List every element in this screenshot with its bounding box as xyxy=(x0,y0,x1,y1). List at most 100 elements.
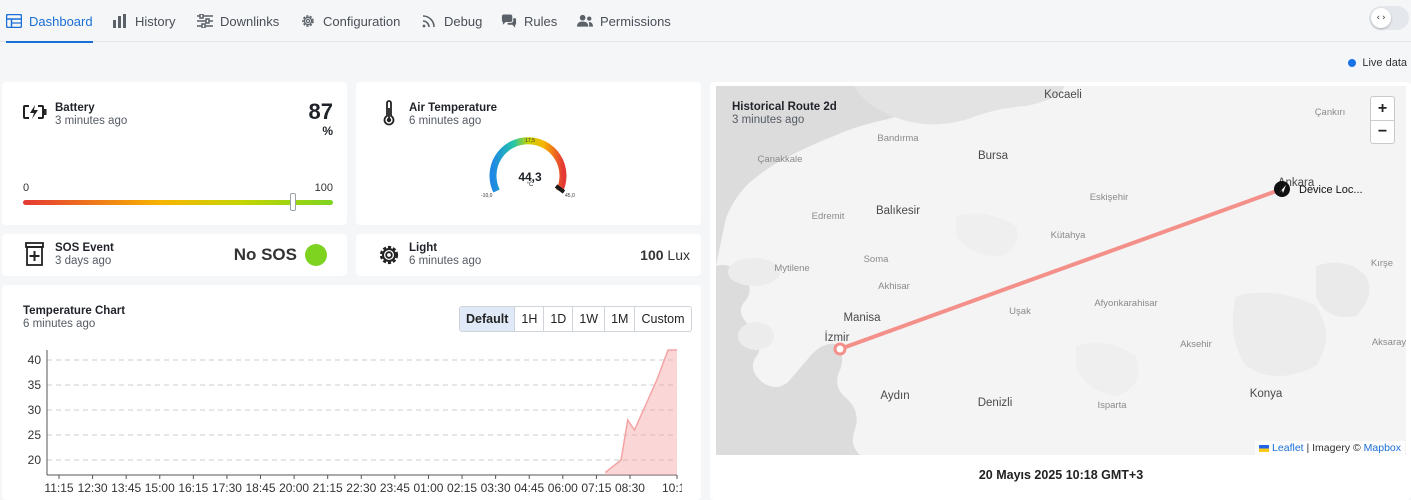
x-tick-label: 02:15 xyxy=(447,481,477,495)
tab-label: Rules xyxy=(524,13,558,29)
bar-chart-icon xyxy=(112,13,128,29)
range-1m-button[interactable]: 1M xyxy=(604,307,634,331)
city-label: Akhisar xyxy=(878,281,910,292)
x-tick-label: 21:15 xyxy=(313,481,343,495)
map-canvas[interactable]: KocaeliÇankırıBandırmaBursaÇanakkaleAnka… xyxy=(716,86,1406,455)
map-time: 3 minutes ago xyxy=(732,114,805,126)
live-data-label: Live data xyxy=(1362,57,1407,69)
code-view-toggle[interactable]: ‹› xyxy=(1369,6,1409,30)
y-tick-label: 20 xyxy=(28,453,42,467)
battery-level-handle xyxy=(289,193,296,211)
time-range-selector: Default 1H 1D 1W 1M Custom xyxy=(459,306,692,332)
tab-rules[interactable]: Rules xyxy=(501,0,557,42)
city-label: Çankırı xyxy=(1315,107,1346,118)
city-label: Konya xyxy=(1250,388,1283,400)
gauge-max-label: 45,0 xyxy=(565,193,575,199)
city-label: Aksaray xyxy=(1372,337,1406,348)
sun-gear-icon xyxy=(377,243,401,272)
x-tick-label: 16:15 xyxy=(178,481,208,495)
land-texture xyxy=(1232,292,1326,376)
sos-status: No SOS xyxy=(233,245,297,264)
battery-max-label: 100 xyxy=(314,182,333,194)
sos-status-dot xyxy=(305,244,327,266)
city-label: Afyonkarahisar xyxy=(1094,298,1157,309)
x-tick-label: 20:00 xyxy=(279,481,309,495)
city-label: Bursa xyxy=(978,150,1009,162)
light-value: 100 xyxy=(640,247,664,263)
tab-configuration[interactable]: Configuration xyxy=(300,0,400,42)
city-label: Balıkesir xyxy=(876,205,920,217)
city-label: Soma xyxy=(864,254,890,265)
mapbox-link[interactable]: Mapbox xyxy=(1364,442,1401,454)
leaflet-link[interactable]: Leaflet xyxy=(1272,442,1304,454)
temp-chart-title: Temperature Chart xyxy=(23,305,126,317)
route-map[interactable]: Kocaeli Çankırı Bandırma Bursa Çanakkale Anka… xyxy=(716,86,1406,455)
range-1h-button[interactable]: 1H xyxy=(514,307,543,331)
sliders-icon xyxy=(197,13,213,29)
range-default-button[interactable]: Default xyxy=(460,307,515,331)
x-tick-label: 18:45 xyxy=(246,481,276,495)
battery-card: Battery 3 minutes ago 87 % 0 100 xyxy=(2,82,347,225)
city-label: Kırşe xyxy=(1371,258,1393,269)
x-tick-label: 04:45 xyxy=(514,481,544,495)
dashboard-icon xyxy=(6,13,22,29)
city-label: Kocaeli xyxy=(1044,89,1082,101)
chat-bubbles-icon xyxy=(501,13,517,29)
light-title: Light xyxy=(409,242,438,254)
city-label: Aksehir xyxy=(1180,339,1212,350)
x-tick-label: 03:30 xyxy=(481,481,511,495)
attribution-separator: | Imagery © xyxy=(1303,442,1364,454)
x-tick-label: 17:30 xyxy=(212,481,242,495)
tab-downlinks[interactable]: Downlinks xyxy=(197,0,279,42)
city-label: Bandırma xyxy=(877,133,919,144)
battery-title: Battery xyxy=(55,102,95,114)
y-tick-label: 40 xyxy=(28,353,42,367)
battery-time: 3 minutes ago xyxy=(55,115,128,127)
y-tick-label: 30 xyxy=(28,403,42,417)
range-1w-button[interactable]: 1W xyxy=(572,307,604,331)
x-tick-label: 11:15 xyxy=(44,481,73,495)
live-dot-icon xyxy=(1348,59,1357,67)
tab-history[interactable]: History xyxy=(112,0,175,42)
gauge-top-label: 17,5 xyxy=(525,138,535,144)
top-nav: Dashboard History Downlinks Configuratio… xyxy=(0,0,1411,43)
rss-icon xyxy=(421,13,437,29)
map-zoom-control: + − xyxy=(1370,96,1395,144)
route-start-point[interactable] xyxy=(833,342,847,356)
city-label: Edremit xyxy=(812,211,845,222)
x-tick-label: 10:15 xyxy=(662,481,682,495)
temp-chart-time: 6 minutes ago xyxy=(23,318,96,330)
light-reading: 100 Lux xyxy=(640,247,690,263)
air-temp-unit: °C xyxy=(526,182,534,188)
sos-title: SOS Event xyxy=(55,242,114,254)
device-location-marker-icon[interactable] xyxy=(1274,181,1290,197)
x-tick-label: 15:00 xyxy=(145,481,175,495)
ukraine-flag-icon xyxy=(1259,444,1270,452)
device-location-label: Device Loc... xyxy=(1299,184,1363,196)
range-custom-button[interactable]: Custom xyxy=(634,307,690,331)
y-tick-label: 35 xyxy=(28,378,42,392)
gauge-min-label: -10,0 xyxy=(481,193,493,199)
light-unit: Lux xyxy=(667,247,690,263)
tab-permissions[interactable]: Permissions xyxy=(577,0,671,42)
series-area xyxy=(605,350,677,475)
light-card: Light 6 minutes ago 100 Lux xyxy=(356,234,701,276)
city-label: Çanakkale xyxy=(758,154,803,165)
y-tick-label: 25 xyxy=(28,428,42,442)
air-temp-title: Air Temperature xyxy=(409,102,497,114)
x-tick-label: 06:00 xyxy=(548,481,578,495)
zoom-in-button[interactable]: + xyxy=(1371,97,1394,120)
sos-box-icon xyxy=(25,242,44,271)
map-footer-date: 20 Mayıs 2025 10:18 GMT+3 xyxy=(978,468,1144,482)
tab-label: Permissions xyxy=(600,13,671,29)
tab-label: Dashboard xyxy=(29,13,93,29)
city-label: Aydın xyxy=(880,390,909,402)
zoom-out-button[interactable]: − xyxy=(1371,120,1394,143)
thermometer-icon xyxy=(383,100,395,131)
tab-label: Debug xyxy=(444,13,483,29)
sos-card: SOS Event 3 days ago No SOS xyxy=(2,234,347,276)
range-1d-button[interactable]: 1D xyxy=(543,307,572,331)
tab-debug[interactable]: Debug xyxy=(421,0,482,42)
tab-dashboard[interactable]: Dashboard xyxy=(6,0,93,43)
x-tick-label: 22:30 xyxy=(346,481,376,495)
